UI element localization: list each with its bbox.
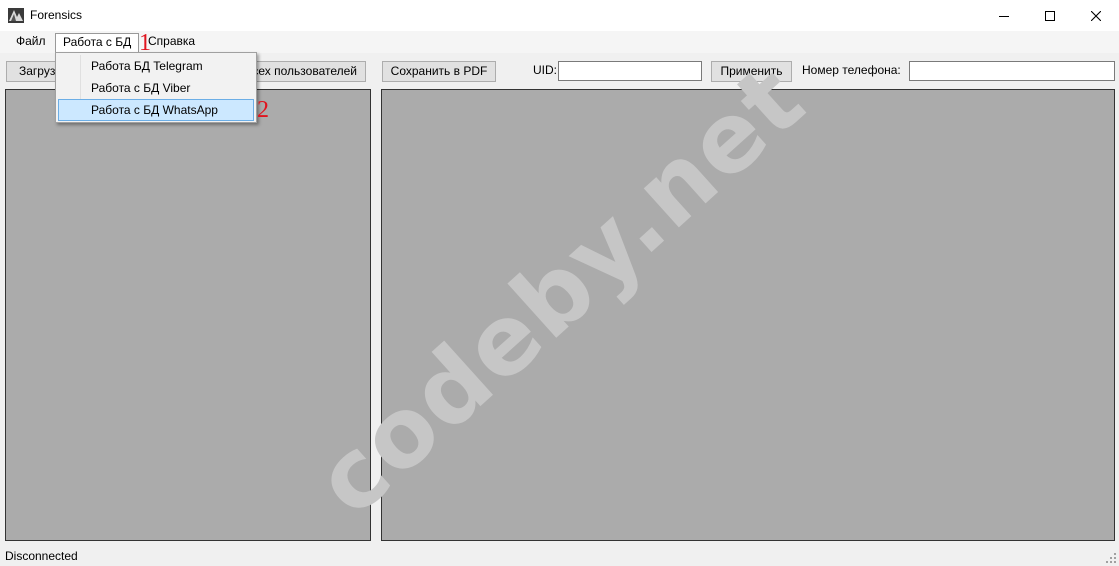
menu-bar: Файл Работа с БД Справка: [0, 31, 1119, 53]
menu-database[interactable]: Работа с БД: [55, 33, 140, 52]
apply-button[interactable]: Применить: [711, 61, 792, 82]
app-icon: [8, 8, 24, 23]
save-pdf-button[interactable]: Сохранить в PDF: [382, 61, 496, 82]
close-icon: [1091, 10, 1101, 21]
phone-label: Номер телефона:: [802, 63, 901, 77]
uid-label: UID:: [533, 63, 557, 77]
maximize-button[interactable]: [1027, 0, 1073, 31]
minimize-icon: [999, 15, 1009, 17]
status-bar: Disconnected: [0, 544, 1119, 566]
step-2-annotation: 2: [257, 97, 269, 123]
resize-grip-icon[interactable]: [1106, 553, 1116, 563]
close-button[interactable]: [1073, 0, 1119, 31]
menu-file[interactable]: Файл: [9, 33, 53, 52]
window-title: Forensics: [30, 8, 83, 22]
menu-item-viber[interactable]: Работа с БД Viber: [58, 77, 254, 99]
minimize-button[interactable]: [981, 0, 1027, 31]
title-bar: Forensics: [0, 0, 1119, 31]
uid-input[interactable]: [558, 61, 702, 81]
menu-item-whatsapp[interactable]: Работа с БД WhatsApp: [58, 99, 254, 121]
database-dropdown-menu: Работа БД Telegram Работа с БД Viber Раб…: [55, 52, 257, 123]
connection-status: Disconnected: [5, 549, 78, 563]
step-1-annotation: 1: [139, 30, 151, 56]
messages-panel[interactable]: [381, 89, 1115, 541]
users-list-panel[interactable]: [5, 89, 371, 541]
phone-input[interactable]: [909, 61, 1115, 81]
menu-item-telegram[interactable]: Работа БД Telegram: [58, 55, 254, 77]
maximize-icon: [1045, 10, 1055, 21]
